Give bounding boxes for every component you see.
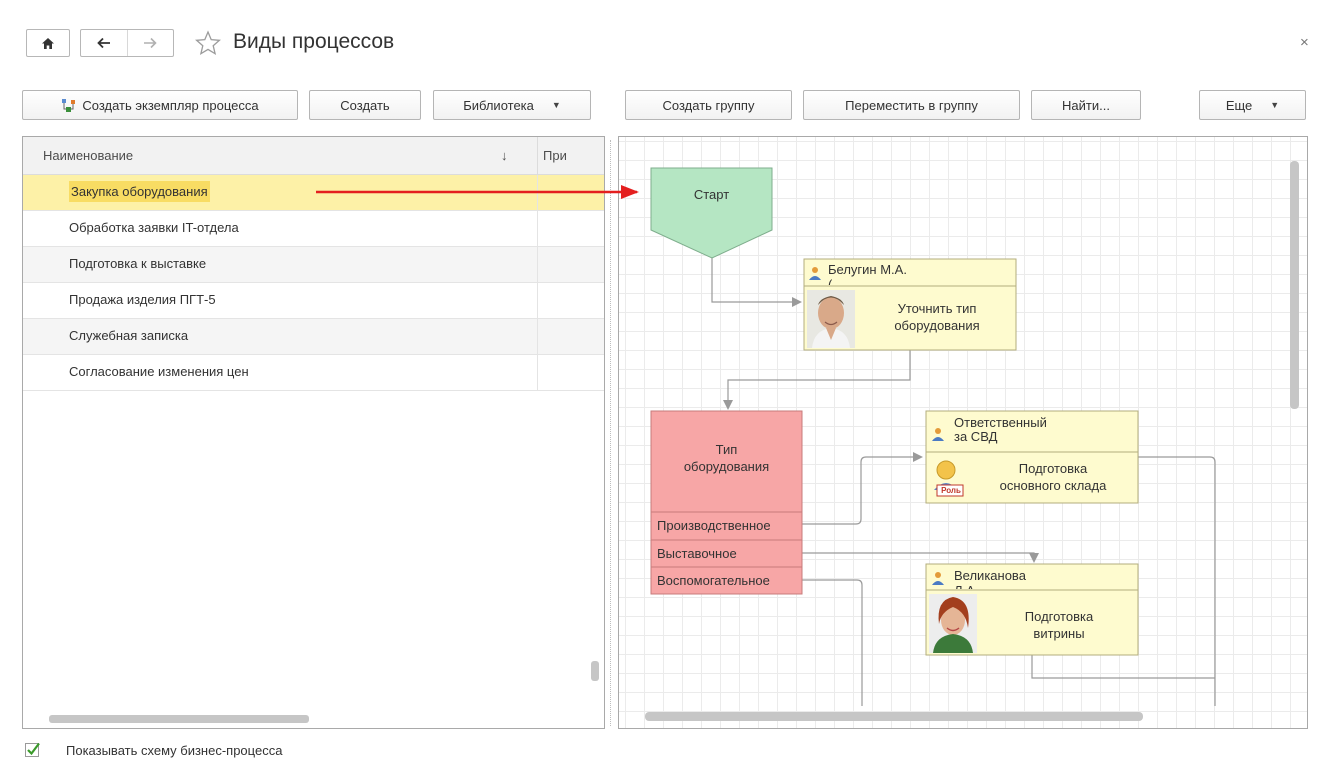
task3-assignee-more: Л.А. bbox=[954, 584, 978, 589]
favorite-star-icon[interactable] bbox=[193, 28, 223, 58]
row-name: Согласование изменения цен bbox=[69, 364, 249, 379]
task1-title-line2: оборудования bbox=[894, 318, 980, 333]
process-types-list: Наименование ↓ При Закупка оборудования … bbox=[22, 136, 605, 729]
task1-assignee: Белугин М.А. bbox=[828, 262, 907, 277]
more-dropdown-button[interactable]: Еще ▼ bbox=[1199, 90, 1306, 120]
task1-title: Уточнить тип оборудования bbox=[858, 300, 1016, 334]
condition-title-line1: Тип bbox=[715, 442, 738, 457]
history-navigation bbox=[80, 29, 174, 57]
create-instance-button[interactable]: Создать экземпляр процесса bbox=[22, 90, 298, 120]
role-badge-label: Роль bbox=[941, 486, 961, 495]
checkmark-icon bbox=[25, 742, 40, 757]
task3-title-line1: Подготовка bbox=[1024, 609, 1094, 624]
find-label: Найти... bbox=[1062, 97, 1110, 113]
task1-assignee-more: ( bbox=[828, 278, 832, 285]
library-label: Библиотека bbox=[463, 97, 534, 113]
cell-divider bbox=[537, 175, 538, 210]
page-title: Виды процессов bbox=[233, 30, 395, 53]
list-row[interactable]: Служебная записка bbox=[23, 319, 604, 355]
task3-assignee: Великанова bbox=[954, 568, 1026, 583]
row-name: Продажа изделия ПГТ-5 bbox=[69, 292, 216, 307]
task3-title-line2: витрины bbox=[1033, 626, 1085, 641]
arrow-right-icon bbox=[144, 37, 158, 49]
task2-title-line1: Подготовка bbox=[1018, 461, 1088, 476]
cell-divider bbox=[537, 319, 538, 354]
create-label: Создать bbox=[340, 97, 390, 113]
condition-title: Тип оборудования bbox=[651, 441, 802, 475]
home-icon bbox=[42, 37, 54, 49]
diagram-vertical-scrollbar[interactable] bbox=[1290, 161, 1299, 409]
column-header-pri[interactable]: При bbox=[543, 148, 567, 163]
show-scheme-label[interactable]: Показывать схему бизнес-процесса bbox=[66, 743, 282, 758]
panel-splitter[interactable] bbox=[610, 140, 611, 726]
list-vertical-scrollbar[interactable] bbox=[591, 661, 599, 681]
list-row[interactable]: Согласование изменения цен bbox=[23, 355, 604, 391]
home-button[interactable] bbox=[26, 29, 70, 57]
create-instance-label: Создать экземпляр процесса bbox=[82, 97, 259, 113]
process-instance-icon bbox=[61, 98, 76, 113]
column-header-name[interactable]: Наименование bbox=[43, 148, 133, 163]
arrow-left-icon bbox=[97, 37, 110, 49]
cell-divider bbox=[537, 355, 538, 390]
forward-button[interactable] bbox=[126, 30, 173, 56]
list-rows: Закупка оборудования Обработка заявки IT… bbox=[23, 175, 604, 391]
row-name: Обработка заявки IT-отдела bbox=[69, 220, 239, 235]
start-node-label: Старт bbox=[693, 187, 730, 202]
caret-down-icon: ▼ bbox=[551, 100, 561, 110]
create-group-button[interactable]: Создать группу bbox=[625, 90, 792, 120]
move-to-group-label: Переместить в группу bbox=[845, 97, 978, 113]
column-separator[interactable] bbox=[537, 137, 538, 175]
window-header: Виды процессов × bbox=[0, 0, 1321, 84]
condition-option[interactable]: Выставочное bbox=[657, 546, 737, 561]
cell-divider bbox=[537, 211, 538, 246]
back-button[interactable] bbox=[81, 30, 127, 56]
cell-divider bbox=[537, 283, 538, 318]
caret-down-icon: ▼ bbox=[1270, 100, 1280, 110]
task2-title-line2: основного склада bbox=[999, 478, 1107, 493]
library-dropdown-button[interactable]: Библиотека ▼ bbox=[433, 90, 591, 120]
row-name: Закупка оборудования bbox=[69, 181, 210, 202]
list-row[interactable]: Обработка заявки IT-отдела bbox=[23, 211, 604, 247]
task1-title-line1: Уточнить тип bbox=[897, 301, 977, 316]
close-icon[interactable]: × bbox=[1300, 34, 1309, 51]
sort-desc-icon: ↓ bbox=[501, 148, 508, 163]
condition-option[interactable]: Производственное bbox=[657, 518, 771, 533]
diagram-horizontal-scrollbar[interactable] bbox=[645, 712, 1143, 721]
list-horizontal-scrollbar[interactable] bbox=[49, 715, 309, 723]
more-label: Еще bbox=[1225, 97, 1253, 113]
show-scheme-checkbox[interactable] bbox=[25, 741, 41, 757]
move-to-group-button[interactable]: Переместить в группу bbox=[803, 90, 1020, 120]
row-name: Подготовка к выставке bbox=[69, 256, 207, 271]
list-row[interactable]: Подготовка к выставке bbox=[23, 247, 604, 283]
list-header: Наименование ↓ При bbox=[23, 137, 604, 175]
find-button[interactable]: Найти... bbox=[1031, 90, 1141, 120]
task2-assignee: Ответственный за СВД bbox=[954, 416, 1047, 444]
task2-title: Подготовка основного склада bbox=[968, 460, 1138, 494]
condition-title-line2: оборудования bbox=[683, 459, 770, 474]
condition-option[interactable]: Воспомогательное bbox=[657, 573, 770, 588]
row-name: Служебная записка bbox=[69, 328, 189, 343]
create-button[interactable]: Создать bbox=[309, 90, 421, 120]
cell-divider bbox=[537, 247, 538, 282]
list-row[interactable]: Продажа изделия ПГТ-5 bbox=[23, 283, 604, 319]
list-row[interactable]: Закупка оборудования bbox=[23, 175, 604, 211]
create-group-label: Создать группу bbox=[662, 97, 755, 113]
task3-title: Подготовка витрины bbox=[980, 608, 1138, 642]
task2-assignee-line2: за СВД bbox=[954, 429, 998, 444]
task2-assignee-line1: Ответственный bbox=[954, 415, 1047, 430]
